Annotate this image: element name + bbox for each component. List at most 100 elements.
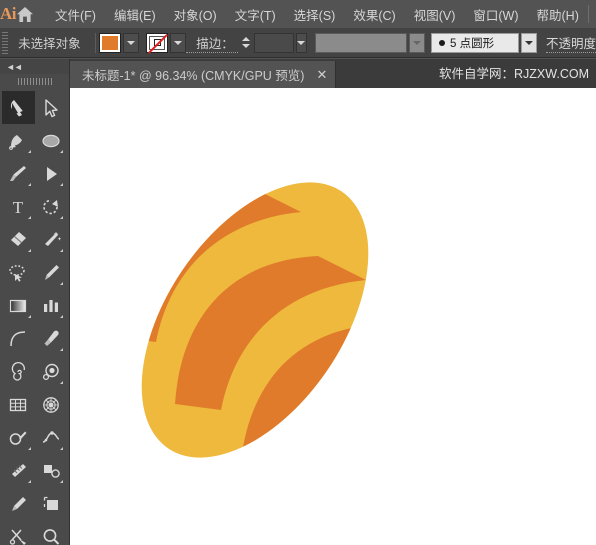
- chevron-down-icon: [127, 40, 136, 45]
- stroke-swatch[interactable]: [146, 32, 169, 54]
- fill-swatch[interactable]: [99, 32, 122, 53]
- tool-flyout-indicator: [27, 480, 31, 483]
- magic-wand-tool[interactable]: [35, 223, 68, 256]
- menu-item-file[interactable]: 文件(F): [46, 1, 105, 28]
- stroke-weight-input[interactable]: [253, 32, 294, 53]
- tool-flyout-indicator: [60, 216, 63, 219]
- menu-item-select[interactable]: 选择(S): [285, 1, 345, 28]
- menu-item-window[interactable]: 窗口(W): [464, 1, 527, 28]
- brush-definition-dropdown-button[interactable]: [520, 32, 537, 53]
- control-divider-1: [94, 32, 96, 53]
- gradient-tool[interactable]: [2, 289, 35, 322]
- menu-item-edit[interactable]: 编辑(E): [105, 1, 165, 28]
- tool-flyout-indicator: [60, 381, 63, 384]
- width-profile-dropdown-button[interactable]: [408, 32, 425, 53]
- close-icon[interactable]: ✕: [316, 68, 327, 81]
- lasso-tool[interactable]: [2, 256, 35, 289]
- knife-tool[interactable]: [2, 487, 35, 520]
- collapse-panel-icon[interactable]: ◄◄: [6, 62, 23, 72]
- document-tab-title: 未标题-1* @ 96.34% (CMYK/GPU 预览): [82, 69, 305, 83]
- shape-builder-cursor-tool[interactable]: [35, 157, 68, 190]
- arc-tool[interactable]: [2, 322, 35, 355]
- pencil-tool[interactable]: [35, 256, 68, 289]
- selection-status-label: 未选择对象: [18, 37, 81, 51]
- tool-flyout-indicator: [60, 315, 63, 318]
- opacity-label[interactable]: 不透明度: [545, 33, 596, 53]
- fill-dropdown-button[interactable]: [123, 32, 140, 53]
- document-tab[interactable]: 未标题-1* @ 96.34% (CMYK/GPU 预览) ✕: [70, 61, 337, 88]
- rotate-tool[interactable]: [35, 190, 68, 223]
- tool-flyout-indicator: [60, 249, 63, 252]
- menu-item-view[interactable]: 视图(V): [405, 1, 465, 28]
- tool-flyout-indicator: [60, 150, 63, 153]
- menu-item-list: 文件(F) 编辑(E) 对象(O) 文字(T) 选择(S) 效果(C) 视图(V…: [46, 1, 588, 28]
- width-profile-field[interactable]: [314, 32, 407, 53]
- bread-illustration[interactable]: [70, 88, 596, 545]
- rectangular-grid-tool[interactable]: [2, 388, 35, 421]
- direct-selection-tool[interactable]: [35, 91, 68, 124]
- chevron-down-icon: [174, 40, 183, 45]
- column-graph-tool[interactable]: [35, 289, 68, 322]
- brush-definition-field[interactable]: 5 点圆形: [430, 32, 519, 53]
- app-logo: Ai: [0, 4, 17, 23]
- chevron-down-icon: [297, 40, 306, 45]
- chevron-down-icon: [524, 40, 533, 45]
- stepper-down-icon: [242, 44, 251, 48]
- artboard[interactable]: [70, 88, 596, 545]
- brush-definition-control[interactable]: 5 点圆形: [430, 32, 537, 53]
- pen-tool[interactable]: [2, 124, 35, 157]
- grip-dots-icon: [17, 77, 52, 85]
- tool-flyout-indicator: [60, 348, 63, 351]
- live-paint-bucket-tool[interactable]: [35, 454, 68, 487]
- menu-bar: Ai 文件(F) 编辑(E) 对象(O) 文字(T) 选择(S) 效果(C) 视…: [0, 0, 596, 28]
- wrinkle-tool[interactable]: [2, 454, 35, 487]
- tool-flyout-indicator: [60, 480, 63, 483]
- workspace-switcher[interactable]: [587, 5, 596, 23]
- fill-color-control[interactable]: [99, 32, 140, 53]
- tool-flyout-indicator: [60, 282, 63, 285]
- tool-flyout-indicator: [27, 447, 31, 450]
- blob-brush-tool[interactable]: [35, 355, 68, 388]
- stroke-dropdown-button[interactable]: [170, 32, 187, 53]
- menu-item-object[interactable]: 对象(O): [165, 1, 226, 28]
- menu-item-type[interactable]: 文字(T): [226, 1, 285, 28]
- eyedropper-tool[interactable]: [35, 322, 68, 355]
- tool-grid: T: [0, 88, 69, 545]
- ellipse-shape-tool[interactable]: [35, 124, 68, 157]
- artboard-tool[interactable]: [35, 487, 68, 520]
- stroke-color-control[interactable]: [146, 32, 187, 54]
- width-profile-control[interactable]: [314, 32, 425, 53]
- brush-definition-value: 5 点圆形: [449, 37, 495, 50]
- type-tool[interactable]: T: [2, 190, 35, 223]
- stroke-weight-label: 描边：: [186, 33, 238, 53]
- tools-panel-grip[interactable]: [0, 74, 69, 88]
- stroke-weight-stepper[interactable]: [242, 33, 251, 53]
- selection-tool[interactable]: [2, 91, 35, 124]
- width-tool[interactable]: [35, 421, 68, 454]
- canvas-area[interactable]: [70, 88, 596, 545]
- eraser-tool[interactable]: [2, 223, 35, 256]
- watermark-text: 软件自学网：RJZXW.COM: [439, 67, 589, 81]
- stroke-weight-dropdown-button[interactable]: [295, 32, 307, 53]
- polar-grid-tool[interactable]: [35, 388, 68, 421]
- stepper-up-icon: [242, 37, 251, 41]
- document-tab-bar: 未标题-1* @ 96.34% (CMYK/GPU 预览) ✕ 软件自学网：RJ…: [70, 59, 596, 88]
- tools-panel: ◄◄ T: [0, 59, 70, 545]
- tools-panel-header: ◄◄: [0, 59, 69, 74]
- scissors-tool[interactable]: [2, 520, 35, 545]
- zoom-tool[interactable]: [35, 520, 68, 545]
- tool-flyout-indicator: [27, 150, 31, 153]
- control-bar-grip[interactable]: [2, 31, 9, 54]
- home-icon[interactable]: [16, 0, 34, 28]
- svg-text:T: T: [13, 198, 24, 217]
- tool-flyout-indicator: [60, 183, 63, 186]
- brush-dot-icon: [438, 39, 445, 46]
- shape-builder-tool[interactable]: [2, 421, 35, 454]
- tool-flyout-indicator: [27, 216, 31, 219]
- tool-flyout-indicator: [27, 249, 31, 252]
- spiral-tool[interactable]: [2, 355, 35, 388]
- paintbrush-tool[interactable]: [2, 157, 35, 190]
- menu-item-help[interactable]: 帮助(H): [528, 1, 588, 28]
- menu-item-effect[interactable]: 效果(C): [344, 1, 404, 28]
- tool-flyout-indicator: [60, 447, 63, 450]
